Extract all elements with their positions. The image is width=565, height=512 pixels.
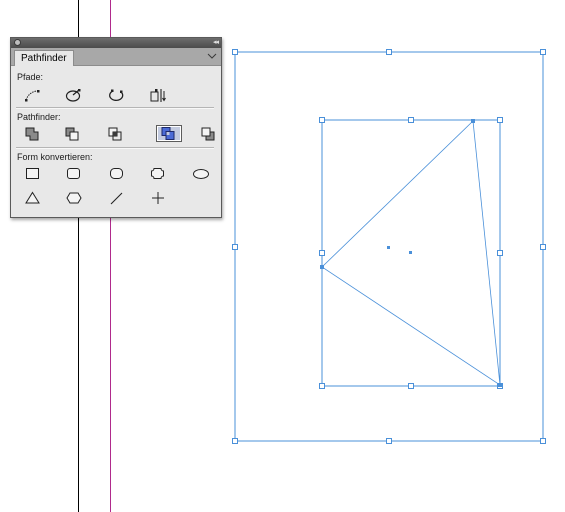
tab-pathfinder[interactable]: Pathfinder — [14, 50, 74, 66]
intersect-button[interactable] — [106, 126, 128, 142]
minus-back-icon — [201, 127, 215, 141]
convert-line-button[interactable] — [106, 190, 128, 206]
ellipse-icon — [193, 169, 209, 179]
selection-handle[interactable] — [232, 438, 238, 444]
close-path-icon — [65, 89, 81, 102]
pathfinder-section-label: Pathfinder: — [17, 112, 61, 122]
convert-shape-section-label: Form konvertieren: — [17, 152, 93, 162]
rounded-rectangle-icon — [67, 168, 80, 179]
section-divider — [16, 147, 214, 149]
convert-triangle-button[interactable] — [22, 190, 44, 206]
convert-polygon-button[interactable] — [63, 190, 85, 206]
selection-handle[interactable] — [540, 438, 546, 444]
selection-handle[interactable] — [497, 117, 503, 123]
join-path-button[interactable] — [23, 87, 45, 103]
selection-handle[interactable] — [319, 383, 325, 389]
section-divider — [16, 107, 214, 109]
open-path-button[interactable] — [106, 87, 128, 103]
convert-beveled-rectangle-button[interactable] — [106, 166, 128, 182]
close-icon[interactable] — [14, 39, 21, 46]
selection-handle[interactable] — [408, 383, 414, 389]
intersect-icon — [108, 127, 122, 141]
anchor-point[interactable] — [498, 383, 502, 387]
open-path-icon — [109, 89, 124, 101]
line-icon — [110, 192, 123, 205]
inverse-rounded-rectangle-icon — [151, 168, 164, 179]
selection-handle[interactable] — [386, 438, 392, 444]
panel-tabbar: Pathfinder — [11, 48, 221, 66]
orthogonal-line-icon — [152, 192, 164, 204]
convert-rounded-rectangle-button[interactable] — [63, 166, 85, 182]
pathfinder-panel: ◂◂ Pathfinder Pfade: Pathfinder: Form ko… — [10, 37, 222, 218]
collapse-icon[interactable]: ◂◂ — [213, 38, 219, 48]
close-path-button[interactable] — [63, 87, 85, 103]
beveled-rectangle-icon — [110, 168, 123, 179]
convert-orthogonal-line-button[interactable] — [147, 190, 169, 206]
group-center-point — [387, 246, 390, 249]
add-icon — [25, 127, 39, 141]
triangle-icon — [25, 191, 40, 204]
subtract-button[interactable] — [63, 126, 85, 142]
minus-back-button[interactable] — [199, 126, 221, 142]
selection-handle[interactable] — [319, 250, 325, 256]
selection-handle[interactable] — [540, 49, 546, 55]
selection-handle[interactable] — [319, 117, 325, 123]
object-center-point — [409, 251, 412, 254]
anchor-point[interactable] — [471, 119, 475, 123]
join-path-icon — [25, 90, 40, 102]
reverse-path-button[interactable] — [148, 87, 170, 103]
anchor-point[interactable] — [320, 265, 324, 269]
subtract-icon — [65, 127, 79, 141]
paths-section-label: Pfade: — [17, 72, 44, 82]
panel-titlebar[interactable]: ◂◂ — [11, 38, 221, 48]
convert-inverse-rounded-rectangle-button[interactable] — [147, 166, 169, 182]
exclude-overlap-button[interactable] — [156, 125, 182, 142]
add-button[interactable] — [23, 126, 45, 142]
convert-rectangle-button[interactable] — [22, 166, 44, 182]
exclude-overlap-icon — [161, 127, 175, 140]
panel-menu-icon[interactable] — [207, 51, 217, 61]
convert-ellipse-button[interactable] — [190, 166, 212, 182]
selection-handle[interactable] — [497, 250, 503, 256]
polygon-icon — [66, 192, 82, 204]
selection-handle[interactable] — [408, 117, 414, 123]
selection-handle[interactable] — [540, 244, 546, 250]
rectangle-icon — [26, 168, 39, 179]
reverse-path-icon — [150, 89, 166, 102]
selection-handle[interactable] — [386, 49, 392, 55]
selection-handle[interactable] — [232, 244, 238, 250]
selection-handle[interactable] — [232, 49, 238, 55]
